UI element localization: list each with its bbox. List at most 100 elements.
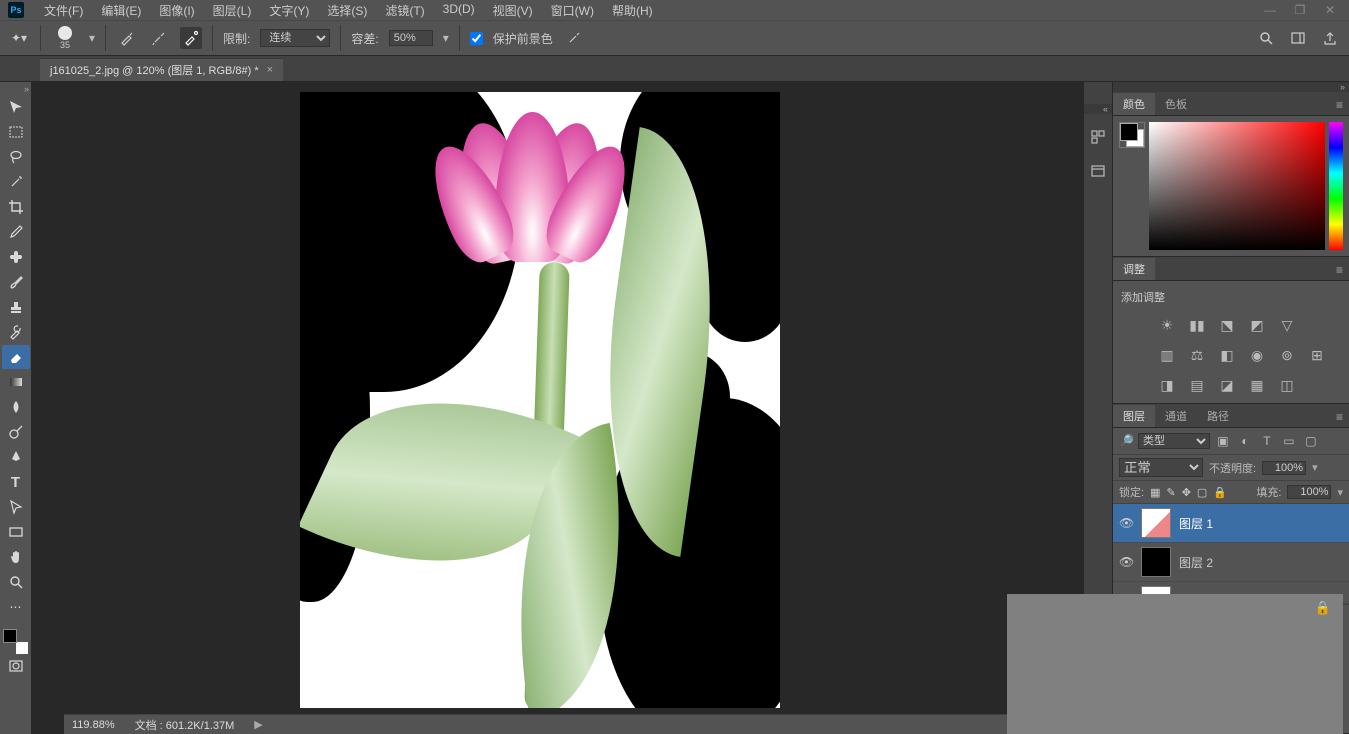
edit-toolbar-icon[interactable]: ⋯ [2,595,30,619]
lasso-tool[interactable] [2,145,30,169]
filter-pixel-icon[interactable]: ▣ [1214,432,1232,450]
brightness-icon[interactable]: ☀ [1157,315,1177,335]
lock-all where-icon[interactable]: 🔒 [1213,486,1227,499]
filter-type-icon[interactable]: T [1258,432,1276,450]
color-field[interactable] [1149,122,1325,250]
blend-mode-select[interactable]: 正常 [1119,458,1203,477]
eyedropper-tool[interactable] [2,220,30,244]
lock-paint-icon[interactable]: ✎ [1166,486,1175,499]
doc-size[interactable]: 文档 : 601.2K/1.37M [135,717,235,733]
eraser-tool[interactable] [2,345,30,369]
hand-tool[interactable] [2,545,30,569]
opacity-dropdown-icon[interactable]: ▾ [1312,461,1318,474]
hue-slider[interactable] [1329,122,1343,250]
bw-icon[interactable]: ◧ [1217,345,1237,365]
invert-icon[interactable]: ◨ [1157,375,1177,395]
opacity-value[interactable]: 100% [1262,461,1306,475]
stamp-tool[interactable] [2,295,30,319]
tolerance-input[interactable] [389,30,433,46]
tab-paths[interactable]: 路径 [1197,405,1239,427]
fill-value[interactable]: 100% [1287,485,1331,499]
document-canvas[interactable] [300,92,780,708]
quickmask-tool[interactable] [2,654,30,678]
history-brush-tool[interactable] [2,320,30,344]
fg-bg-swatch[interactable] [1119,122,1145,148]
search-icon[interactable] [1255,27,1277,49]
canvas-area[interactable]: 119.88% 文档 : 601.2K/1.37M ▶ [32,82,1083,734]
lut-icon[interactable]: ⊞ [1307,345,1327,365]
visibility-icon[interactable]: 👁 [1119,555,1133,569]
move-tool[interactable] [2,95,30,119]
visibility-icon[interactable]: 👁 [1119,516,1133,530]
menu-edit[interactable]: 编辑(E) [93,0,149,21]
filter-smart-icon[interactable]: ▢ [1302,432,1320,450]
lock-transparency-icon[interactable]: ▦ [1150,486,1160,499]
gradient-tool[interactable] [2,370,30,394]
airbrush-icon[interactable] [148,27,170,49]
menu-filter[interactable]: 滤镜(T) [377,0,432,21]
layer-name[interactable]: 图层 1 [1179,515,1213,532]
maximize-button[interactable]: ❐ [1289,2,1311,18]
share-icon[interactable] [1319,27,1341,49]
wand-tool[interactable] [2,170,30,194]
filter-search-icon[interactable]: 🔎 [1119,434,1134,448]
menu-3d[interactable]: 3D(D) [435,0,483,21]
overlay-window[interactable]: 🔒 [1007,594,1343,734]
menu-file[interactable]: 文件(F) [36,0,91,21]
threshold-icon[interactable]: ◪ [1217,375,1237,395]
expand-panels-icon[interactable]: « [1084,104,1112,114]
layer-item[interactable]: 👁 图层 1 [1113,504,1349,543]
bg-color[interactable] [15,641,29,655]
zoom-tool[interactable] [2,570,30,594]
brush-dropdown-icon[interactable]: ▾ [89,31,95,45]
menu-help[interactable]: 帮助(H) [604,0,661,21]
status-arrow-icon[interactable]: ▶ [254,718,262,731]
gradmap-icon[interactable]: ▦ [1247,375,1267,395]
mixer-icon[interactable]: ⊚ [1277,345,1297,365]
rectangle-tool[interactable] [2,520,30,544]
color-swatches[interactable] [5,631,27,653]
color-target-icon[interactable] [563,27,585,49]
type-tool[interactable]: T [2,470,30,494]
menu-type[interactable]: 文字(Y) [261,0,317,21]
brush-tool[interactable] [2,270,30,294]
tolerance-dropdown-icon[interactable]: ▾ [443,31,449,45]
filter-shape-icon[interactable]: ▭ [1280,432,1298,450]
properties-panel-icon[interactable] [1087,160,1109,182]
fg-color[interactable] [3,629,17,643]
lock-position-icon[interactable]: ✥ [1182,486,1191,499]
protect-fg-checkbox[interactable] [470,32,483,45]
workspace-icon[interactable] [1287,27,1309,49]
menu-select[interactable]: 选择(S) [319,0,375,21]
tab-swatches[interactable]: 色板 [1155,93,1197,115]
close-button[interactable]: ✕ [1319,2,1341,18]
lock-artboard-icon[interactable]: ▢ [1197,486,1207,499]
hue-icon[interactable]: ▥ [1157,345,1177,365]
fill-dropdown-icon[interactable]: ▾ [1337,486,1343,499]
tool-preset-icon[interactable]: ✦▾ [8,27,30,49]
collapse-panels-icon[interactable]: » [1113,82,1349,92]
menu-view[interactable]: 视图(V) [485,0,541,21]
menu-image[interactable]: 图像(I) [151,0,202,21]
zoom-level[interactable]: 119.88% [72,719,115,731]
layer-name[interactable]: 图层 2 [1179,554,1213,571]
posterize-icon[interactable]: ▤ [1187,375,1207,395]
crop-tool[interactable] [2,195,30,219]
blur-tool[interactable] [2,395,30,419]
tab-close-icon[interactable]: × [267,64,273,76]
curves-icon[interactable]: ⬔ [1217,315,1237,335]
fg-color-swatch[interactable] [1120,123,1138,141]
panel-menu-icon[interactable]: ≡ [1330,260,1349,280]
tab-adjustments[interactable]: 调整 [1113,258,1155,280]
limit-select[interactable]: 连续 [260,29,330,47]
marquee-tool[interactable] [2,120,30,144]
pen-tool[interactable] [2,445,30,469]
layer-thumb[interactable] [1141,508,1171,538]
brush-panel-icon[interactable] [116,27,138,49]
dodge-tool[interactable] [2,420,30,444]
panel-menu-icon[interactable]: ≡ [1330,95,1349,115]
pressure-icon[interactable] [180,27,202,49]
photo-filter-icon[interactable]: ◉ [1247,345,1267,365]
selective-icon[interactable]: ◫ [1277,375,1297,395]
exposure-icon[interactable]: ◩ [1247,315,1267,335]
